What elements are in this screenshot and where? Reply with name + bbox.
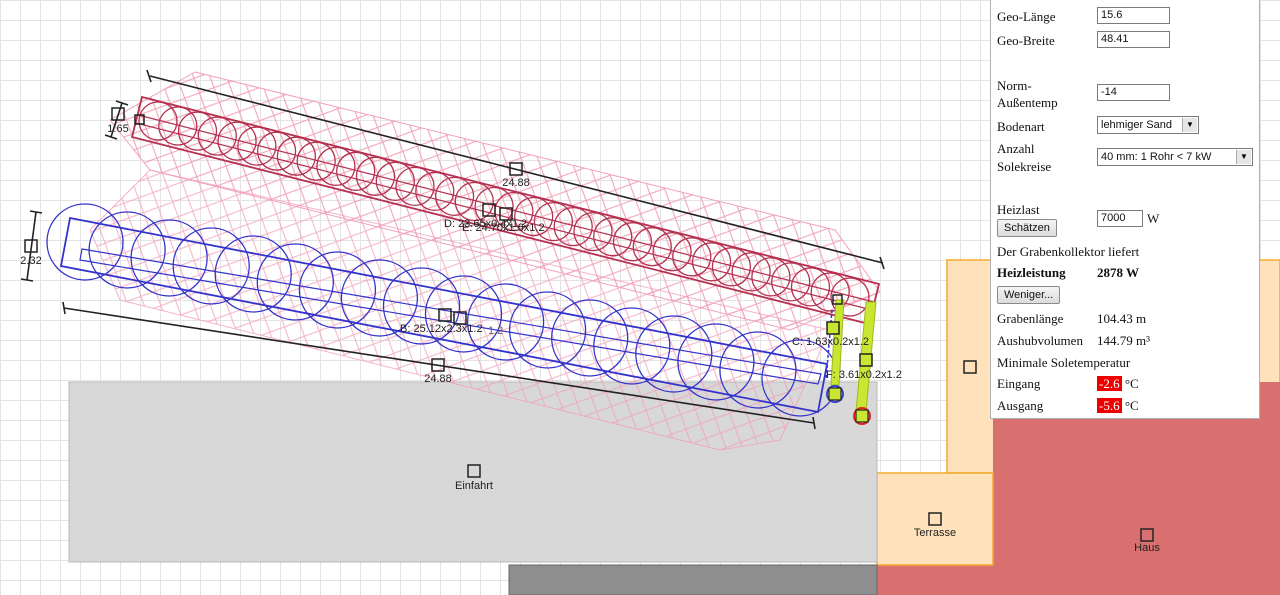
dimension-width-lower-line [26,211,37,281]
dropdown-arrow-icon: ▼ [1182,118,1197,132]
settings-panel: Geo-Länge 15.6 Geo-Breite 48.41 Norm- Au… [990,0,1260,419]
outlet-handle[interactable] [855,409,869,423]
eingang-value: -2.6 [1097,376,1122,391]
label-terrasse: Terrasse [914,527,956,539]
inlet-handle[interactable] [828,387,842,401]
handle-connector-f[interactable] [859,353,873,367]
norm-label-line1: Norm- [997,78,1032,93]
house-lower-extension [877,565,993,595]
label-connector-f: F: 3.61x0.2x1.2 [826,369,902,381]
aushubvolumen-label: Aushubvolumen [997,333,1083,348]
ausgang-unit: °C [1124,398,1139,413]
anzahl-label-line2: Solekreise [997,159,1052,174]
bodenart-select[interactable]: lehmiger Sand ▼ [1097,116,1199,134]
heizleistung-value: 2878 W [1097,265,1140,280]
bodenart-select-value: lehmiger Sand [1101,119,1172,131]
dimension-bottom-cap-start [62,301,66,315]
heizlast-input[interactable]: 7000 [1097,210,1143,227]
label-width-upper: 1.65 [107,123,128,135]
eingang-label: Eingang [997,376,1041,391]
heizlast-unit: W [1147,211,1160,226]
minimale-soletemperatur-text: Minimale Soletemperatur [997,355,1131,370]
geo-breite-label: Geo-Breite [997,33,1055,48]
garage-area[interactable] [508,564,878,595]
weniger-button[interactable]: Weniger... [997,286,1061,304]
ausgang-value: -5.6 [1097,398,1122,413]
liefert-text: Der Grabenkollektor liefert [997,244,1140,259]
grabenlaenge-value: 104.43 m [1097,311,1147,326]
dropdown-arrow-icon: ▼ [1236,150,1251,164]
grabenlaenge-label: Grabenlänge [997,311,1064,326]
terrace-area[interactable] [876,472,994,566]
label-einfahrt: Einfahrt [455,480,493,492]
bodenart-label: Bodenart [997,119,1045,134]
dimension-width-lower-cap-a [29,210,43,214]
geo-laenge-label: Geo-Länge [997,9,1056,24]
label-bottom-length: 24.88 [424,373,452,385]
label-trench-e: E: 24.70x1.6x1.2 [462,222,545,234]
geo-laenge-input[interactable]: 15.6 [1097,7,1170,24]
ausgang-label: Ausgang [997,398,1044,413]
label-width-lower: 2.32 [20,255,41,267]
aushubvolumen-value: 144.79 m³ [1097,333,1151,348]
dimension-width-lower-cap-b [20,278,34,282]
schaetzen-button[interactable]: Schätzen [997,219,1057,237]
anzahl-label-line1: Anzahl [997,141,1035,156]
label-trench-b: B: 25.12x2.3x1.2 [400,323,483,335]
anzahl-select-value: 40 mm: 1 Rohr < 7 kW [1101,151,1212,163]
label-connector-c: C: 1.63x0.2x1.2 [792,336,869,348]
heizleistung-label: Heizleistung [997,265,1066,280]
eingang-unit: °C [1124,376,1139,391]
eingang-temperature: -2.6 °C [1097,376,1139,391]
label-trench-b-ghost: 1.2 [488,325,503,337]
label-haus: Haus [1134,542,1160,554]
handle-connector-c[interactable] [826,321,840,335]
label-top-length: 24.88 [502,177,530,189]
norm-label-line2: Außentemp [997,95,1058,110]
ausgang-temperature: -5.6 °C [1097,398,1139,413]
geo-breite-input[interactable]: 48.41 [1097,31,1170,48]
heizlast-label: Heizlast [997,202,1040,217]
anzahl-solekreise-select[interactable]: 40 mm: 1 Rohr < 7 kW ▼ [1097,148,1253,166]
norm-aussentemp-input[interactable]: -14 [1097,84,1170,101]
